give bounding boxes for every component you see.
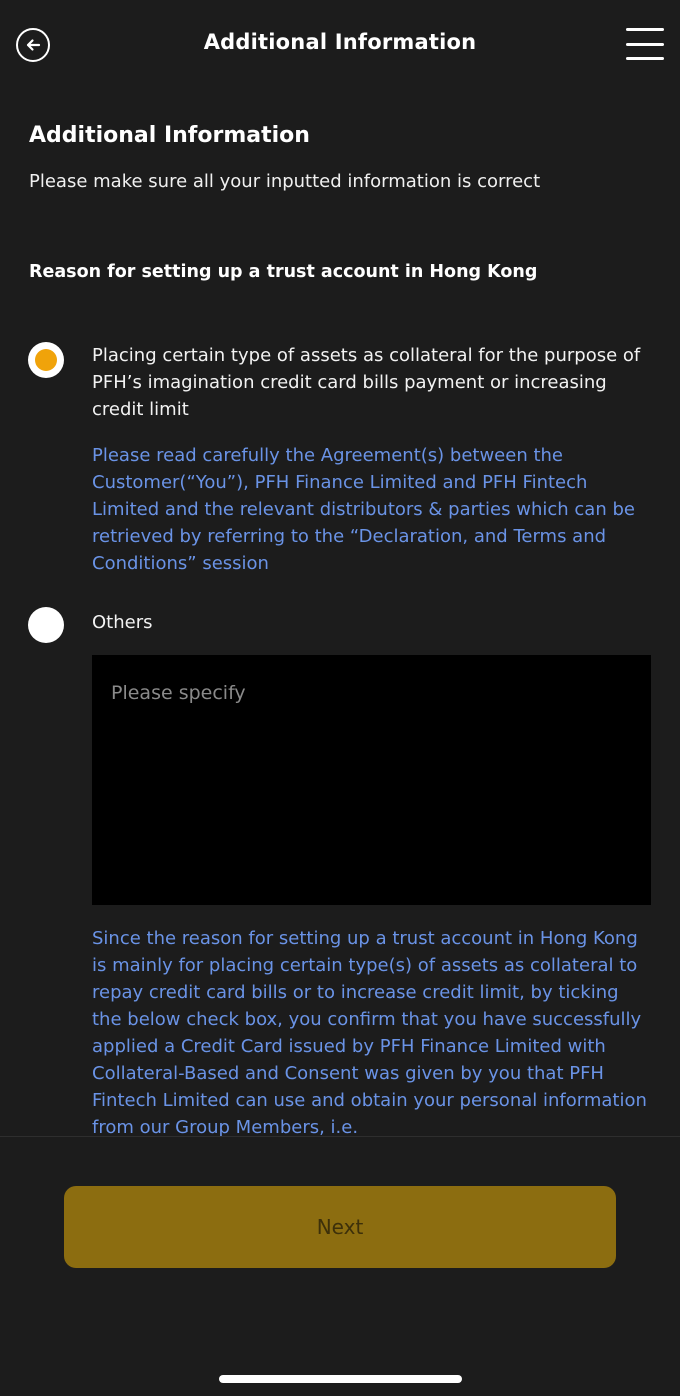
page-title: Additional Information — [203, 30, 477, 54]
section-title: Additional Information — [29, 123, 310, 148]
radio-others[interactable] — [28, 607, 64, 643]
section-subtitle: Please make sure all your inputted infor… — [29, 171, 541, 192]
menu-line — [626, 42, 664, 46]
specify-input[interactable] — [92, 655, 651, 905]
agreement-note: Please read carefully the Agreement(s) b… — [92, 445, 635, 574]
menu-line — [626, 57, 664, 60]
app-header: Additional Information — [0, 0, 680, 90]
disclaimer-text: Since the reason for setting up a trust … — [92, 928, 647, 1136]
next-button[interactable]: Next — [64, 1186, 616, 1268]
footer-divider — [0, 1136, 680, 1137]
option-label-others[interactable]: Others — [92, 609, 652, 636]
menu-line — [626, 28, 664, 31]
hamburger-menu-icon[interactable] — [626, 28, 664, 60]
form-scroll-area[interactable]: Additional Information Please make sure … — [0, 90, 680, 1136]
radio-collateral[interactable] — [28, 342, 64, 378]
home-indicator — [219, 1375, 462, 1383]
radio-selected-dot — [35, 349, 57, 371]
option-label-collateral[interactable]: Placing certain type of assets as collat… — [92, 342, 652, 423]
question-label: Reason for setting up a trust account in… — [29, 262, 538, 282]
